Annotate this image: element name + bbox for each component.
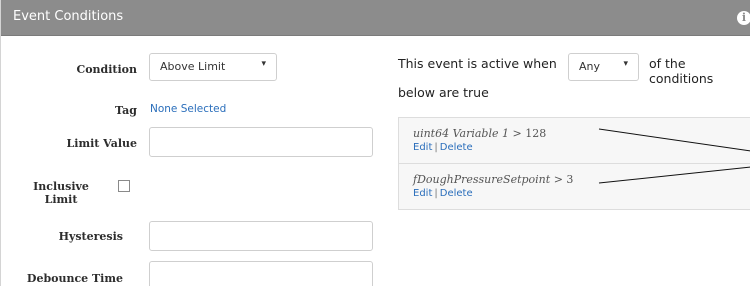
condition-variable: uint64 Variable 1 xyxy=(413,127,509,140)
action-separator: | xyxy=(434,142,438,153)
chevron-down-icon: ▾ xyxy=(623,59,628,69)
conditions-list: uint64 Variable 1 > 128 Edit | Delete fDou… xyxy=(398,117,750,210)
panel-title: Event Conditions xyxy=(13,9,124,24)
panel-header: Event Conditions i xyxy=(1,0,750,36)
debounce-time-input[interactable] xyxy=(149,261,373,286)
inclusive-label-line1: Inclusive xyxy=(33,180,89,193)
limit-value-input[interactable] xyxy=(149,127,373,157)
condition-actions: Edit | Delete xyxy=(413,188,473,199)
condition-comparison: > 3 xyxy=(550,173,574,186)
condition-select[interactable]: Above Limit ▾ xyxy=(149,53,277,81)
action-separator: | xyxy=(434,188,438,199)
condition-label: Condition xyxy=(76,63,137,76)
hysteresis-label: Hysteresis xyxy=(58,230,123,243)
condition-comparison: > 128 xyxy=(509,127,547,140)
limit-value-label: Limit Value xyxy=(66,137,137,150)
tag-link[interactable]: None Selected xyxy=(150,103,226,115)
active-mode-select[interactable]: Any ▾ xyxy=(568,53,639,81)
event-conditions-panel: Event Conditions i Condition Above Limit… xyxy=(0,0,750,286)
delete-link[interactable]: Delete xyxy=(440,188,473,199)
info-icon[interactable]: i xyxy=(737,11,750,25)
active-text-suffix: of the conditions xyxy=(649,56,714,86)
inclusive-limit-label: Inclusive Limit xyxy=(21,180,101,206)
active-text-line2: below are true xyxy=(398,85,489,100)
active-text-prefix: This event is active when xyxy=(398,56,557,71)
edit-link[interactable]: Edit xyxy=(413,142,432,153)
inclusive-label-line2: Limit xyxy=(44,193,78,206)
condition-select-value: Above Limit xyxy=(160,60,226,73)
delete-link[interactable]: Delete xyxy=(440,142,473,153)
list-item: fDoughPressureSetpoint > 3 Edit | Delete xyxy=(399,164,750,210)
hysteresis-input[interactable] xyxy=(149,221,373,251)
condition-actions: Edit | Delete xyxy=(413,142,473,153)
edit-link[interactable]: Edit xyxy=(413,188,432,199)
debounce-time-label: Debounce Time xyxy=(26,272,123,285)
chevron-down-icon: ▾ xyxy=(261,59,266,69)
tag-label: Tag xyxy=(115,104,137,117)
condition-expression: fDoughPressureSetpoint > 3 xyxy=(413,173,573,186)
condition-variable: fDoughPressureSetpoint xyxy=(413,173,551,186)
active-mode-value: Any xyxy=(579,60,601,73)
list-item: uint64 Variable 1 > 128 Edit | Delete xyxy=(399,118,750,164)
inclusive-limit-checkbox[interactable] xyxy=(118,180,130,192)
condition-expression: uint64 Variable 1 > 128 xyxy=(413,127,546,140)
